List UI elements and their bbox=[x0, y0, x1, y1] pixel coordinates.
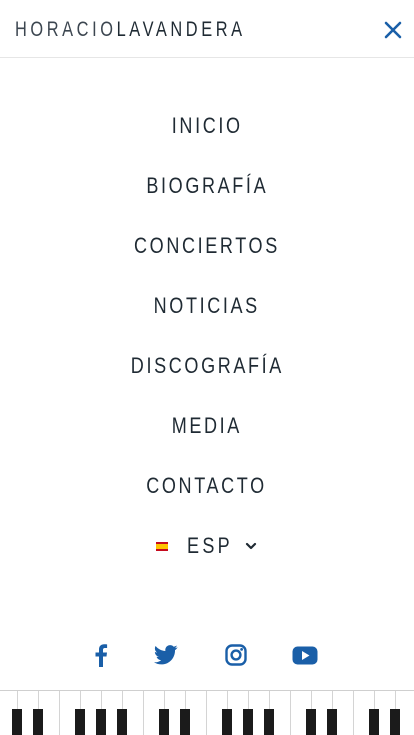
menu-item-label: INICIO bbox=[171, 113, 243, 138]
menu-item-label: CONTACTO bbox=[146, 473, 268, 498]
chevron-down-icon bbox=[245, 542, 257, 550]
menu-item-inicio[interactable]: INICIO bbox=[0, 101, 414, 151]
piano-keys-illustration bbox=[12, 691, 400, 735]
instagram-link[interactable] bbox=[223, 642, 249, 668]
twitter-icon bbox=[154, 645, 178, 665]
menu-item-media[interactable]: MEDIA bbox=[0, 401, 414, 451]
menu-item-label: BIOGRAFÍA bbox=[146, 173, 268, 198]
menu-item-contacto[interactable]: CONTACTO bbox=[0, 461, 414, 511]
close-icon bbox=[384, 21, 402, 39]
logo-last-name: LAVANDERA bbox=[116, 18, 246, 41]
instagram-icon bbox=[225, 644, 247, 666]
facebook-icon bbox=[95, 644, 108, 667]
menu-item-conciertos[interactable]: CONCIERTOS bbox=[0, 221, 414, 271]
social-links bbox=[0, 638, 414, 672]
menu-item-biografia[interactable]: BIOGRAFÍA bbox=[0, 161, 414, 211]
menu-item-noticias[interactable]: NOTICIAS bbox=[0, 281, 414, 331]
logo-first-name: HORACIO bbox=[15, 18, 117, 41]
menu-item-label: NOTICIAS bbox=[153, 293, 261, 318]
menu-item-label: CONCIERTOS bbox=[134, 233, 280, 258]
menu-item-discografia[interactable]: DISCOGRAFÍA bbox=[0, 341, 414, 391]
youtube-link[interactable] bbox=[292, 642, 318, 668]
menu-item-label: DISCOGRAFÍA bbox=[130, 353, 284, 378]
site-logo[interactable]: HORACIOLAVANDERA bbox=[15, 17, 246, 43]
language-label: ESP bbox=[187, 533, 233, 558]
spain-flag-icon bbox=[155, 541, 168, 551]
twitter-link[interactable] bbox=[153, 642, 179, 668]
header: HORACIOLAVANDERA bbox=[0, 0, 414, 58]
piano-keys-decoration bbox=[0, 690, 414, 735]
youtube-icon bbox=[292, 646, 318, 664]
facebook-link[interactable] bbox=[88, 642, 114, 668]
menu-item-label: MEDIA bbox=[171, 413, 243, 438]
language-selector[interactable]: ESP bbox=[0, 521, 414, 571]
close-menu-button[interactable] bbox=[381, 18, 405, 42]
